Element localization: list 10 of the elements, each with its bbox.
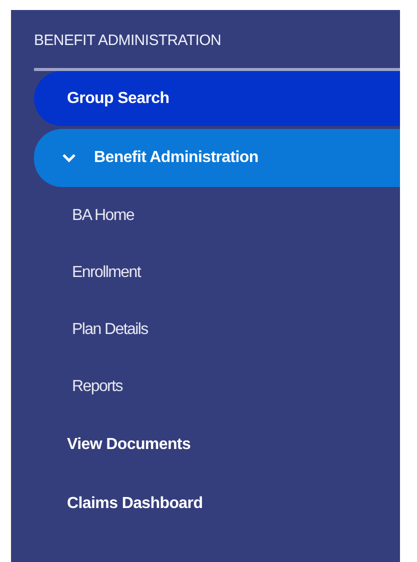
nav-sub-item[interactable]: Enrollment	[34, 244, 140, 301]
nav-link[interactable]: View Documents	[34, 415, 191, 474]
nav-sub-item[interactable]: BA Home	[34, 187, 134, 244]
sidebar-title: BENEFIT ADMINISTRATION	[34, 32, 222, 49]
nav-group[interactable]: Benefit Administration	[34, 129, 400, 187]
nav-link[interactable]: Claims Dashboard	[34, 474, 203, 533]
nav-sub-item[interactable]: Plan Details	[34, 301, 148, 358]
nav-sub-item[interactable]: Reports	[34, 358, 122, 415]
chevron-icon	[62, 153, 76, 163]
nav-link[interactable]: Group Search	[34, 71, 400, 126]
